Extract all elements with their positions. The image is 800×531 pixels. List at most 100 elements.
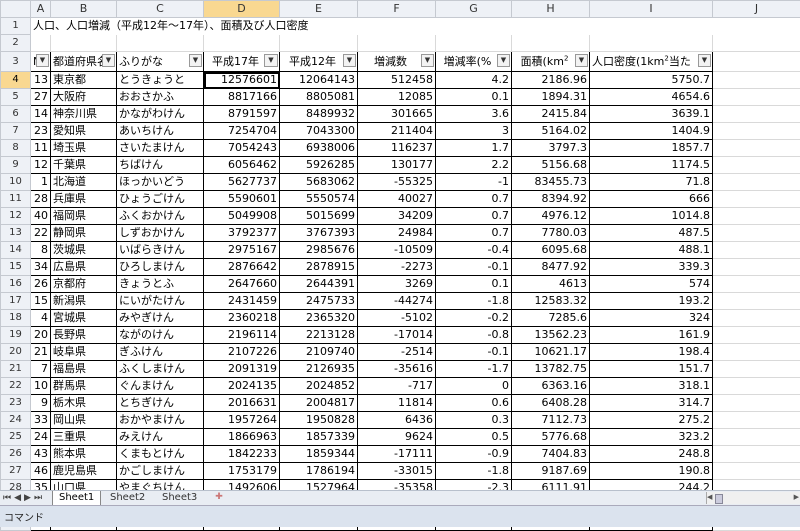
cell-change[interactable]: -2514	[358, 344, 436, 361]
cell-furigana[interactable]: くまもとけん	[117, 446, 204, 463]
cell-no[interactable]: 8	[31, 242, 51, 259]
cell-no[interactable]: 11	[31, 140, 51, 157]
scroll-left-icon[interactable]: ◀	[707, 493, 712, 501]
cell-change[interactable]: -17014	[358, 327, 436, 344]
cell[interactable]	[713, 225, 800, 242]
column-header[interactable]: J	[713, 1, 800, 18]
cell-furigana[interactable]: とうきょうと	[117, 72, 204, 89]
cell-change-rate[interactable]: 0.7	[436, 225, 512, 242]
cell-no[interactable]: 1	[31, 174, 51, 191]
cell-density[interactable]: 198.4	[590, 344, 713, 361]
cell-no[interactable]: 26	[31, 276, 51, 293]
cell-change-rate[interactable]: -1.8	[436, 293, 512, 310]
row-header[interactable]: 17	[1, 293, 31, 310]
cell[interactable]	[713, 293, 800, 310]
cell-no[interactable]: 21	[31, 344, 51, 361]
cell-furigana[interactable]: ぐんまけん	[117, 378, 204, 395]
cell-area[interactable]: 3797.3	[512, 140, 590, 157]
cell-prefecture[interactable]: 兵庫県	[51, 191, 117, 208]
cell-change-rate[interactable]: 0.1	[436, 276, 512, 293]
cell-area[interactable]: 4976.12	[512, 208, 590, 225]
cell-area[interactable]: 8394.92	[512, 191, 590, 208]
cell-pop-h17[interactable]: 2016631	[204, 395, 280, 412]
cell-change-rate[interactable]: -0.4	[436, 242, 512, 259]
cell-area[interactable]: 13562.23	[512, 327, 590, 344]
row-header[interactable]: 25	[1, 429, 31, 446]
cell[interactable]	[358, 35, 436, 52]
row-header[interactable]: 2	[1, 35, 31, 52]
column-header[interactable]: I	[590, 1, 713, 18]
cell-change[interactable]: -5102	[358, 310, 436, 327]
cell-no[interactable]: 10	[31, 378, 51, 395]
cell-density[interactable]: 1857.7	[590, 140, 713, 157]
cell-prefecture[interactable]: 栃木県	[51, 395, 117, 412]
cell-area[interactable]: 9187.69	[512, 463, 590, 480]
cell[interactable]	[713, 310, 800, 327]
cell[interactable]	[713, 361, 800, 378]
cell-change-rate[interactable]: 0.5	[436, 429, 512, 446]
cell-density[interactable]: 1014.8	[590, 208, 713, 225]
dropdown-arrow-icon[interactable]: ▼	[421, 54, 434, 67]
cell-density[interactable]: 190.8	[590, 463, 713, 480]
cell[interactable]	[713, 429, 800, 446]
cell-pop-h17[interactable]: 5590601	[204, 191, 280, 208]
cell-area[interactable]: 10621.17	[512, 344, 590, 361]
cell[interactable]	[713, 72, 800, 89]
cell-density[interactable]: 574	[590, 276, 713, 293]
header-h17[interactable]: 平成17年▼	[204, 52, 280, 72]
cell-area[interactable]: 12583.32	[512, 293, 590, 310]
cell-change[interactable]: -2273	[358, 259, 436, 276]
cell-furigana[interactable]: ひょうごけん	[117, 191, 204, 208]
insert-sheet-icon[interactable]: ✚	[212, 492, 226, 504]
cell-density[interactable]: 248.8	[590, 446, 713, 463]
cell-pop-h12[interactable]: 5926285	[280, 157, 358, 174]
cell-prefecture[interactable]: 福島県	[51, 361, 117, 378]
cell-change[interactable]: -55325	[358, 174, 436, 191]
cell-change-rate[interactable]: 0.7	[436, 191, 512, 208]
cell-furigana[interactable]: おおさかふ	[117, 89, 204, 106]
cell-change-rate[interactable]: 1.7	[436, 140, 512, 157]
cell-no[interactable]: 14	[31, 106, 51, 123]
cell-density[interactable]: 151.7	[590, 361, 713, 378]
cell-area[interactable]: 6408.28	[512, 395, 590, 412]
cell-change-rate[interactable]: 0.1	[436, 89, 512, 106]
cell-change[interactable]: 116237	[358, 140, 436, 157]
cell-pop-h17[interactable]: 8791597	[204, 106, 280, 123]
column-header[interactable]: A	[31, 1, 51, 18]
active-cell[interactable]: 12576601	[204, 72, 280, 89]
cell-furigana[interactable]: いばらきけん	[117, 242, 204, 259]
header-change[interactable]: 増減数▼	[358, 52, 436, 72]
cell[interactable]	[713, 208, 800, 225]
cell-prefecture[interactable]: 大阪府	[51, 89, 117, 106]
header-density[interactable]: 人口密度(1km2当た▼	[590, 52, 713, 72]
cell-prefecture[interactable]: 群馬県	[51, 378, 117, 395]
cell-change-rate[interactable]: 4.2	[436, 72, 512, 89]
cell-furigana[interactable]: あいちけん	[117, 123, 204, 140]
row-header[interactable]: 9	[1, 157, 31, 174]
cell-area[interactable]: 5164.02	[512, 123, 590, 140]
cell[interactable]	[713, 463, 800, 480]
cell-change-rate[interactable]: -0.1	[436, 344, 512, 361]
cell-pop-h17[interactable]: 2196114	[204, 327, 280, 344]
cell-no[interactable]: 12	[31, 157, 51, 174]
cell-no[interactable]: 40	[31, 208, 51, 225]
cell-pop-h17[interactable]: 2024135	[204, 378, 280, 395]
cell-density[interactable]: 323.2	[590, 429, 713, 446]
dropdown-arrow-icon[interactable]: ▼	[575, 54, 588, 67]
cell-change-rate[interactable]: 0	[436, 378, 512, 395]
cell-change[interactable]: -717	[358, 378, 436, 395]
cell-density[interactable]: 3639.1	[590, 106, 713, 123]
scroll-thumb[interactable]	[715, 494, 723, 504]
cell-change[interactable]: -10509	[358, 242, 436, 259]
cell-pop-h17[interactable]: 1957264	[204, 412, 280, 429]
cell-furigana[interactable]: ふくおかけん	[117, 208, 204, 225]
cell-pop-h12[interactable]: 2109740	[280, 344, 358, 361]
cell-change[interactable]: 211404	[358, 123, 436, 140]
cell-change-rate[interactable]: 0.3	[436, 412, 512, 429]
cell-no[interactable]: 43	[31, 446, 51, 463]
cell-prefecture[interactable]: 千葉県	[51, 157, 117, 174]
column-header[interactable]: B	[51, 1, 117, 18]
cell-furigana[interactable]: かごしまけん	[117, 463, 204, 480]
cell-prefecture[interactable]: 北海道	[51, 174, 117, 191]
row-header[interactable]: 21	[1, 361, 31, 378]
